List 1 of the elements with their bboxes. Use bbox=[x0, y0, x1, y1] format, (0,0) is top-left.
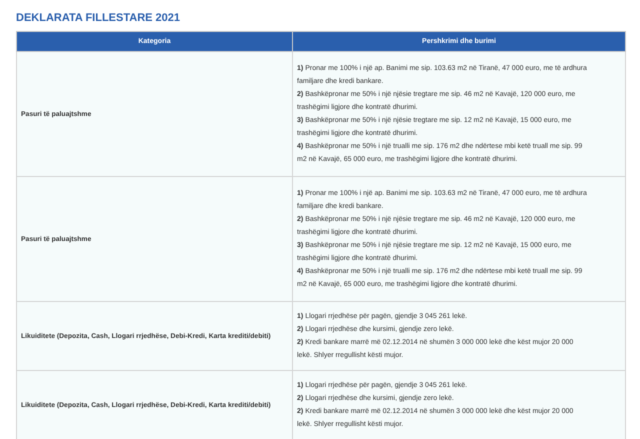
page-title: DEKLARATA FILLESTARE 2021 bbox=[16, 12, 181, 24]
